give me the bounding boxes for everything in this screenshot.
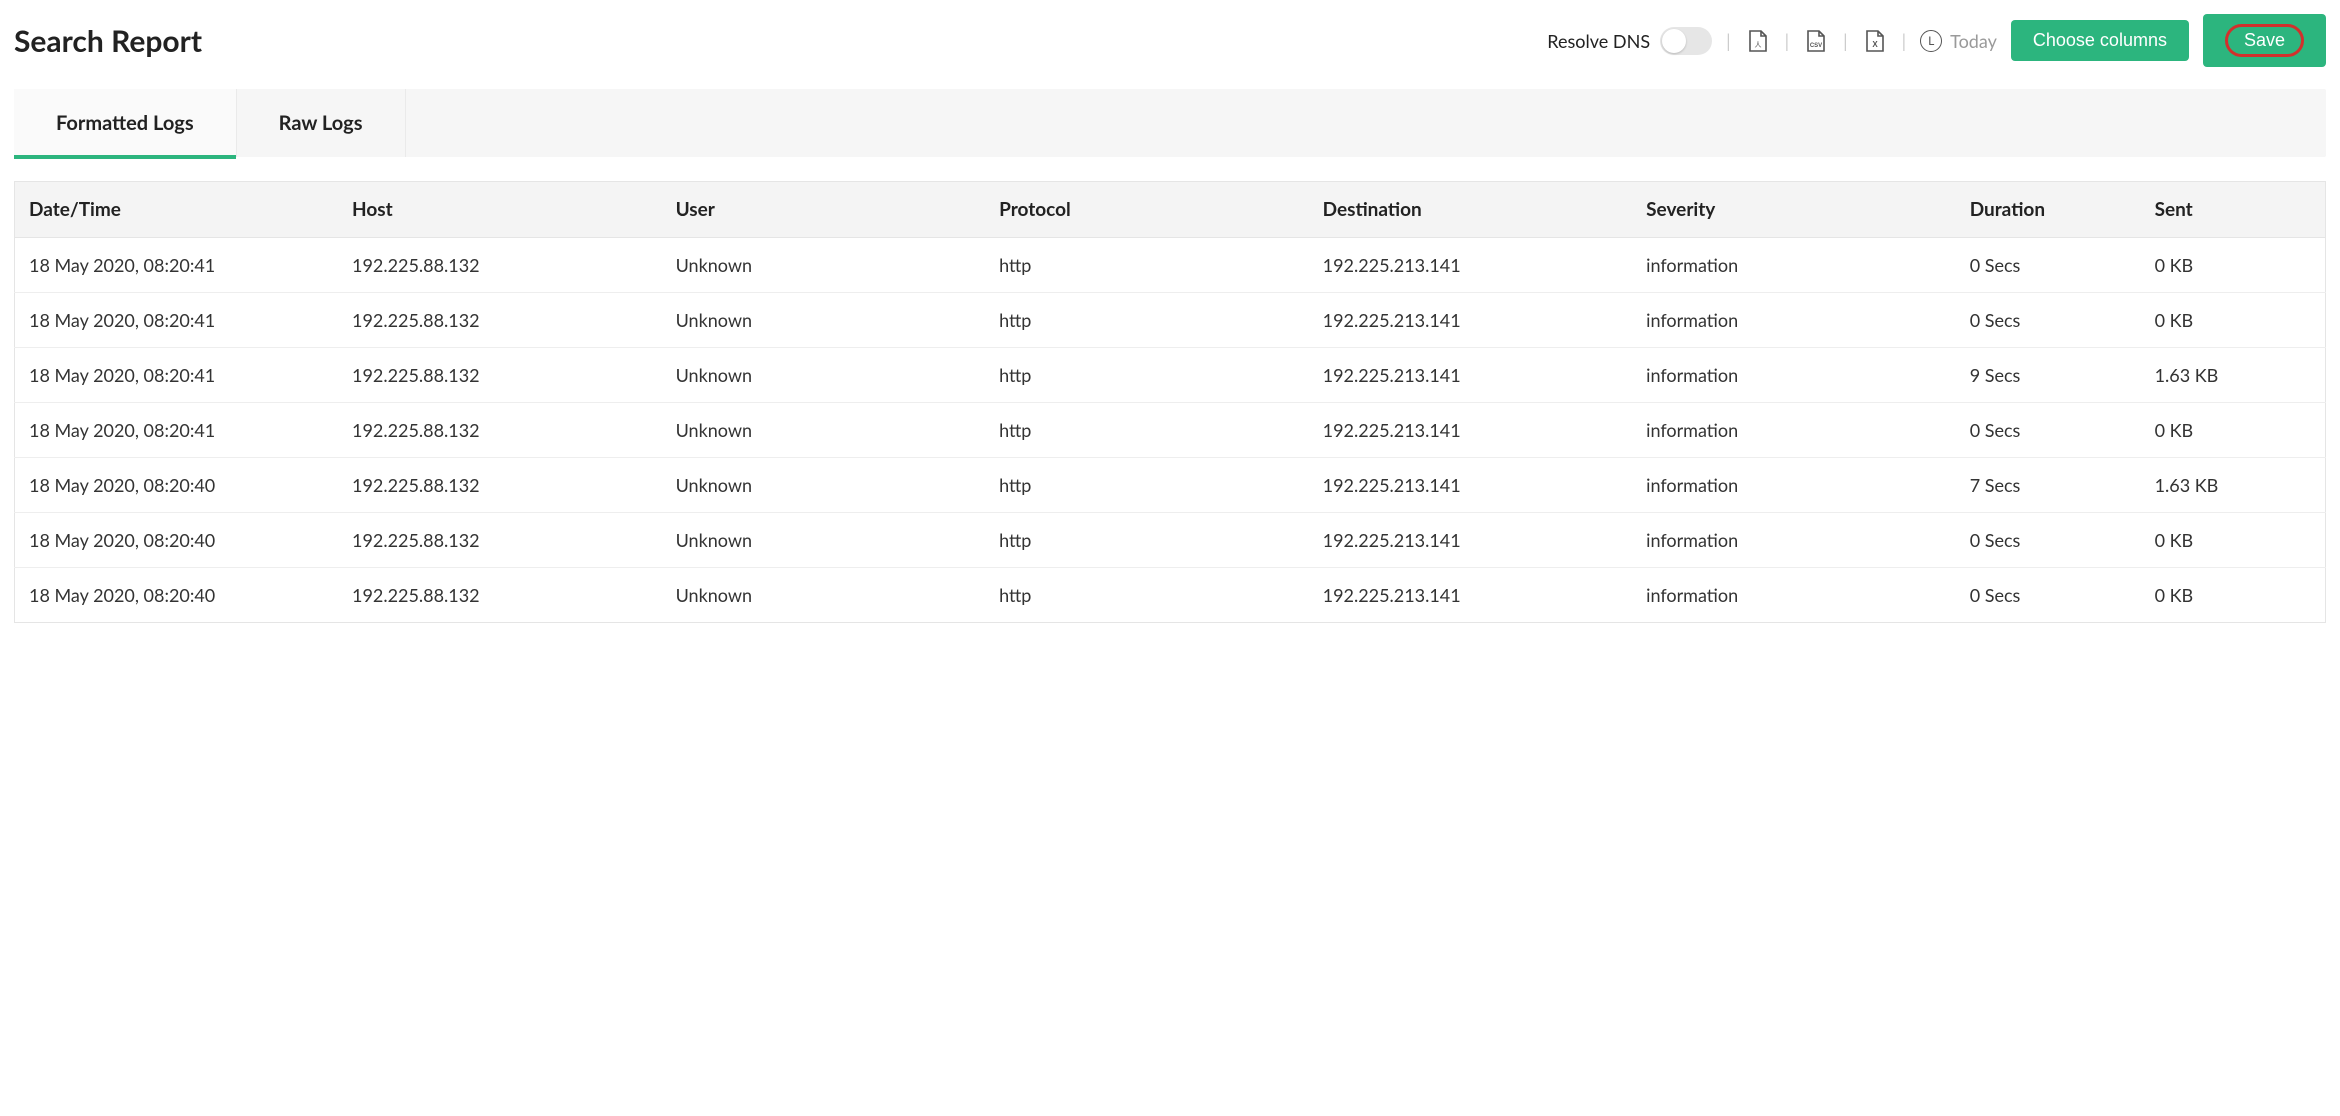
col-header-destination[interactable]: Destination bbox=[1309, 182, 1633, 238]
cell-protocol: http bbox=[985, 458, 1309, 513]
table-row[interactable]: 18 May 2020, 08:20:40192.225.88.132Unkno… bbox=[15, 513, 2326, 568]
divider: | bbox=[1843, 30, 1848, 52]
cell-protocol: http bbox=[985, 348, 1309, 403]
col-header-protocol[interactable]: Protocol bbox=[985, 182, 1309, 238]
divider: | bbox=[1902, 30, 1907, 52]
col-header-duration[interactable]: Duration bbox=[1956, 182, 2141, 238]
cell-date: 18 May 2020, 08:20:40 bbox=[15, 458, 339, 513]
cell-date: 18 May 2020, 08:20:41 bbox=[15, 348, 339, 403]
table-row[interactable]: 18 May 2020, 08:20:40192.225.88.132Unkno… bbox=[15, 458, 2326, 513]
cell-destination: 192.225.213.141 bbox=[1309, 568, 1633, 623]
col-header-date[interactable]: Date/Time bbox=[15, 182, 339, 238]
cell-severity: information bbox=[1632, 293, 1956, 348]
cell-user: Unknown bbox=[662, 403, 986, 458]
cell-sent: 0 KB bbox=[2141, 513, 2326, 568]
divider: | bbox=[1726, 30, 1731, 52]
cell-protocol: http bbox=[985, 568, 1309, 623]
cell-severity: information bbox=[1632, 403, 1956, 458]
resolve-dns-label: Resolve DNS bbox=[1547, 30, 1650, 52]
tab-raw-logs[interactable]: Raw Logs bbox=[237, 89, 406, 157]
cell-host: 192.225.88.132 bbox=[338, 513, 662, 568]
cell-date: 18 May 2020, 08:20:40 bbox=[15, 568, 339, 623]
cell-sent: 0 KB bbox=[2141, 403, 2326, 458]
cell-host: 192.225.88.132 bbox=[338, 348, 662, 403]
resolve-dns-control: Resolve DNS bbox=[1547, 27, 1712, 55]
cell-duration: 9 Secs bbox=[1956, 348, 2141, 403]
cell-severity: information bbox=[1632, 568, 1956, 623]
col-header-severity[interactable]: Severity bbox=[1632, 182, 1956, 238]
cell-destination: 192.225.213.141 bbox=[1309, 293, 1633, 348]
cell-sent: 0 KB bbox=[2141, 568, 2326, 623]
cell-sent: 0 KB bbox=[2141, 293, 2326, 348]
cell-severity: information bbox=[1632, 238, 1956, 293]
svg-text:人: 人 bbox=[1754, 41, 1761, 49]
cell-date: 18 May 2020, 08:20:41 bbox=[15, 293, 339, 348]
cell-host: 192.225.88.132 bbox=[338, 403, 662, 458]
cell-user: Unknown bbox=[662, 238, 986, 293]
table-row[interactable]: 18 May 2020, 08:20:41192.225.88.132Unkno… bbox=[15, 238, 2326, 293]
cell-destination: 192.225.213.141 bbox=[1309, 238, 1633, 293]
cell-sent: 1.63 KB bbox=[2141, 348, 2326, 403]
time-filter-label: Today bbox=[1950, 30, 1997, 52]
logs-table: Date/Time Host User Protocol Destination… bbox=[14, 181, 2326, 623]
cell-user: Unknown bbox=[662, 348, 986, 403]
table-row[interactable]: 18 May 2020, 08:20:41192.225.88.132Unkno… bbox=[15, 403, 2326, 458]
cell-protocol: http bbox=[985, 403, 1309, 458]
cell-destination: 192.225.213.141 bbox=[1309, 348, 1633, 403]
col-header-user[interactable]: User bbox=[662, 182, 986, 238]
cell-protocol: http bbox=[985, 293, 1309, 348]
resolve-dns-toggle[interactable] bbox=[1660, 27, 1712, 55]
export-xls-icon[interactable]: X bbox=[1862, 28, 1888, 54]
cell-duration: 0 Secs bbox=[1956, 293, 2141, 348]
cell-duration: 0 Secs bbox=[1956, 568, 2141, 623]
cell-host: 192.225.88.132 bbox=[338, 568, 662, 623]
cell-user: Unknown bbox=[662, 568, 986, 623]
svg-text:X: X bbox=[1872, 40, 1878, 49]
cell-protocol: http bbox=[985, 238, 1309, 293]
save-button[interactable]: Save bbox=[2203, 14, 2326, 67]
table-row[interactable]: 18 May 2020, 08:20:41192.225.88.132Unkno… bbox=[15, 293, 2326, 348]
table-header-row: Date/Time Host User Protocol Destination… bbox=[15, 182, 2326, 238]
cell-severity: information bbox=[1632, 458, 1956, 513]
cell-destination: 192.225.213.141 bbox=[1309, 458, 1633, 513]
cell-user: Unknown bbox=[662, 513, 986, 568]
cell-duration: 0 Secs bbox=[1956, 513, 2141, 568]
page-title: Search Report bbox=[14, 23, 202, 59]
page-header: Search Report Resolve DNS | 人 | CSV | X bbox=[14, 14, 2326, 67]
save-button-label: Save bbox=[2225, 24, 2304, 57]
svg-text:CSV: CSV bbox=[1810, 43, 1822, 49]
cell-date: 18 May 2020, 08:20:41 bbox=[15, 238, 339, 293]
choose-columns-button[interactable]: Choose columns bbox=[2011, 20, 2189, 61]
cell-protocol: http bbox=[985, 513, 1309, 568]
table-row[interactable]: 18 May 2020, 08:20:40192.225.88.132Unkno… bbox=[15, 568, 2326, 623]
tabs-bar: Formatted Logs Raw Logs bbox=[14, 89, 2326, 157]
cell-date: 18 May 2020, 08:20:41 bbox=[15, 403, 339, 458]
cell-severity: information bbox=[1632, 348, 1956, 403]
cell-user: Unknown bbox=[662, 293, 986, 348]
divider: | bbox=[1785, 30, 1790, 52]
cell-duration: 0 Secs bbox=[1956, 238, 2141, 293]
time-filter[interactable]: L Today bbox=[1920, 30, 1997, 52]
cell-severity: information bbox=[1632, 513, 1956, 568]
export-csv-icon[interactable]: CSV bbox=[1803, 28, 1829, 54]
tab-formatted-logs[interactable]: Formatted Logs bbox=[14, 89, 237, 157]
col-header-host[interactable]: Host bbox=[338, 182, 662, 238]
export-pdf-icon[interactable]: 人 bbox=[1745, 28, 1771, 54]
cell-duration: 0 Secs bbox=[1956, 403, 2141, 458]
table-row[interactable]: 18 May 2020, 08:20:41192.225.88.132Unkno… bbox=[15, 348, 2326, 403]
col-header-sent[interactable]: Sent bbox=[2141, 182, 2326, 238]
cell-sent: 0 KB bbox=[2141, 238, 2326, 293]
cell-host: 192.225.88.132 bbox=[338, 458, 662, 513]
clock-icon: L bbox=[1920, 30, 1942, 52]
cell-host: 192.225.88.132 bbox=[338, 238, 662, 293]
cell-duration: 7 Secs bbox=[1956, 458, 2141, 513]
cell-destination: 192.225.213.141 bbox=[1309, 513, 1633, 568]
header-actions: Resolve DNS | 人 | CSV | X | L bbox=[1547, 14, 2326, 67]
cell-sent: 1.63 KB bbox=[2141, 458, 2326, 513]
cell-host: 192.225.88.132 bbox=[338, 293, 662, 348]
cell-date: 18 May 2020, 08:20:40 bbox=[15, 513, 339, 568]
cell-user: Unknown bbox=[662, 458, 986, 513]
cell-destination: 192.225.213.141 bbox=[1309, 403, 1633, 458]
